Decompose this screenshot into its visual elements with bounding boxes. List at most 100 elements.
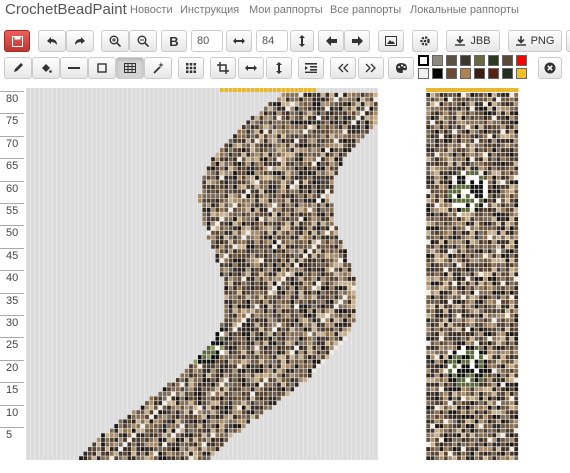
ruler-label: 55 — [6, 205, 19, 217]
stretch-horizontal-button[interactable] — [238, 57, 264, 79]
nav-link-instructions[interactable]: Инструкция — [180, 4, 239, 16]
arrow-right-icon — [351, 36, 363, 46]
palette-swatch[interactable] — [474, 55, 485, 66]
palette-swatch[interactable] — [418, 68, 429, 79]
ruler-label: 10 — [6, 406, 19, 419]
palette-swatch[interactable] — [502, 55, 513, 66]
ruler-label: 45 — [6, 249, 19, 262]
arrow-left-icon — [325, 36, 337, 46]
palette-swatch[interactable] — [432, 55, 443, 66]
shift-rows-right-button[interactable] — [358, 57, 384, 79]
ruler-label: 80 — [6, 93, 19, 105]
clear-button[interactable] — [538, 57, 562, 79]
download-icon — [515, 36, 526, 46]
select-tool-button[interactable] — [116, 57, 144, 79]
paint-bucket-icon — [42, 64, 52, 73]
grid-toggle-button[interactable] — [178, 57, 204, 79]
palette-swatch[interactable] — [502, 68, 513, 79]
horizontal-arrows-icon — [233, 38, 245, 44]
ruler-label: 50 — [6, 227, 19, 240]
palette-swatch[interactable] — [516, 68, 527, 79]
overflow-button[interactable] — [566, 30, 570, 52]
ruler-tick — [0, 315, 24, 316]
line-icon — [68, 67, 80, 69]
image-button[interactable] — [378, 30, 404, 52]
rectangle-icon — [97, 63, 107, 73]
nav-link-my-patterns[interactable]: Мои раппорты — [249, 4, 323, 16]
settings-button[interactable] — [412, 30, 438, 52]
zoom-out-icon — [137, 35, 149, 47]
pattern-preview — [426, 88, 519, 460]
double-chevron-left-icon — [338, 63, 349, 73]
shift-rows-left-button[interactable] — [330, 57, 356, 79]
palette-swatch[interactable] — [474, 68, 485, 79]
zoom-out-button[interactable] — [129, 30, 157, 52]
vertical-arrows-icon — [299, 35, 305, 47]
ruler-tick — [0, 404, 24, 406]
pencil-tool-button[interactable] — [4, 57, 32, 79]
shift-left-button[interactable] — [318, 30, 344, 52]
ruler-label: 20 — [6, 361, 19, 374]
ruler-tick — [0, 225, 24, 227]
palette-swatch[interactable] — [488, 55, 499, 66]
image-icon — [385, 36, 397, 46]
undo-button[interactable] — [38, 30, 66, 52]
bold-button[interactable]: B — [161, 30, 187, 52]
top-nav: CrochetBeadPaint Новости Инструкция Мои … — [0, 0, 570, 24]
width-input[interactable] — [191, 30, 223, 52]
redo-button[interactable] — [66, 30, 94, 52]
stretch-vertical-button[interactable] — [266, 57, 292, 79]
palette-icon — [395, 63, 407, 73]
nav-link-news[interactable]: Новости — [130, 4, 173, 16]
ruler-tick — [0, 359, 24, 361]
fill-tool-button[interactable] — [32, 57, 60, 79]
ruler-tick — [0, 247, 24, 249]
ruler-label: 35 — [6, 294, 19, 307]
palette-swatch[interactable] — [488, 68, 499, 79]
palette-button[interactable] — [388, 57, 414, 79]
palette-swatch[interactable] — [460, 68, 471, 79]
jbb-label: JBB — [470, 35, 491, 47]
undo-icon — [47, 37, 57, 45]
palette-swatch[interactable] — [418, 55, 429, 66]
ruler-tick — [0, 270, 24, 272]
magic-wand-tool-button[interactable] — [144, 57, 172, 79]
zoom-in-button[interactable] — [101, 30, 129, 52]
palette-swatch[interactable] — [446, 68, 457, 79]
indent-icon — [305, 63, 317, 73]
redo-icon — [75, 37, 85, 45]
ruler-tick — [0, 382, 24, 384]
indent-button[interactable] — [298, 57, 324, 79]
palette-swatch[interactable] — [516, 55, 527, 66]
palette-swatch[interactable] — [460, 55, 471, 66]
zoom-in-icon — [109, 35, 121, 47]
ruler-label: 75 — [6, 115, 19, 128]
download-png-button[interactable]: PNG — [508, 30, 562, 52]
crop-button[interactable] — [210, 57, 236, 79]
ruler-label: 5 — [6, 429, 13, 441]
palette-swatch[interactable] — [446, 55, 457, 66]
save-icon — [11, 35, 23, 47]
height-arrow-button[interactable] — [290, 30, 314, 52]
download-jbb-button[interactable]: JBB — [446, 30, 500, 52]
pattern-canvas[interactable] — [26, 88, 384, 460]
pencil-icon — [14, 63, 23, 72]
brand-logo[interactable]: CrochetBeadPaint — [5, 1, 127, 18]
nav-link-all-patterns[interactable]: Все раппорты — [330, 4, 401, 16]
ruler-tick — [0, 158, 24, 160]
shift-right-button[interactable] — [344, 30, 370, 52]
ruler-tick — [0, 180, 24, 182]
line-tool-button[interactable] — [60, 57, 88, 79]
table-select-icon — [124, 63, 136, 73]
double-chevron-right-icon — [365, 63, 376, 73]
close-circle-icon — [544, 62, 556, 74]
palette-swatch[interactable] — [432, 68, 443, 79]
width-arrow-button[interactable] — [226, 30, 252, 52]
rect-tool-button[interactable] — [88, 57, 116, 79]
vertical-resize-icon — [276, 62, 282, 74]
save-button[interactable] — [4, 30, 30, 52]
ruler-tick — [0, 337, 24, 339]
nav-link-local-patterns[interactable]: Локальные раппорты — [410, 4, 519, 16]
height-input[interactable] — [256, 30, 288, 52]
color-palette — [418, 55, 534, 81]
